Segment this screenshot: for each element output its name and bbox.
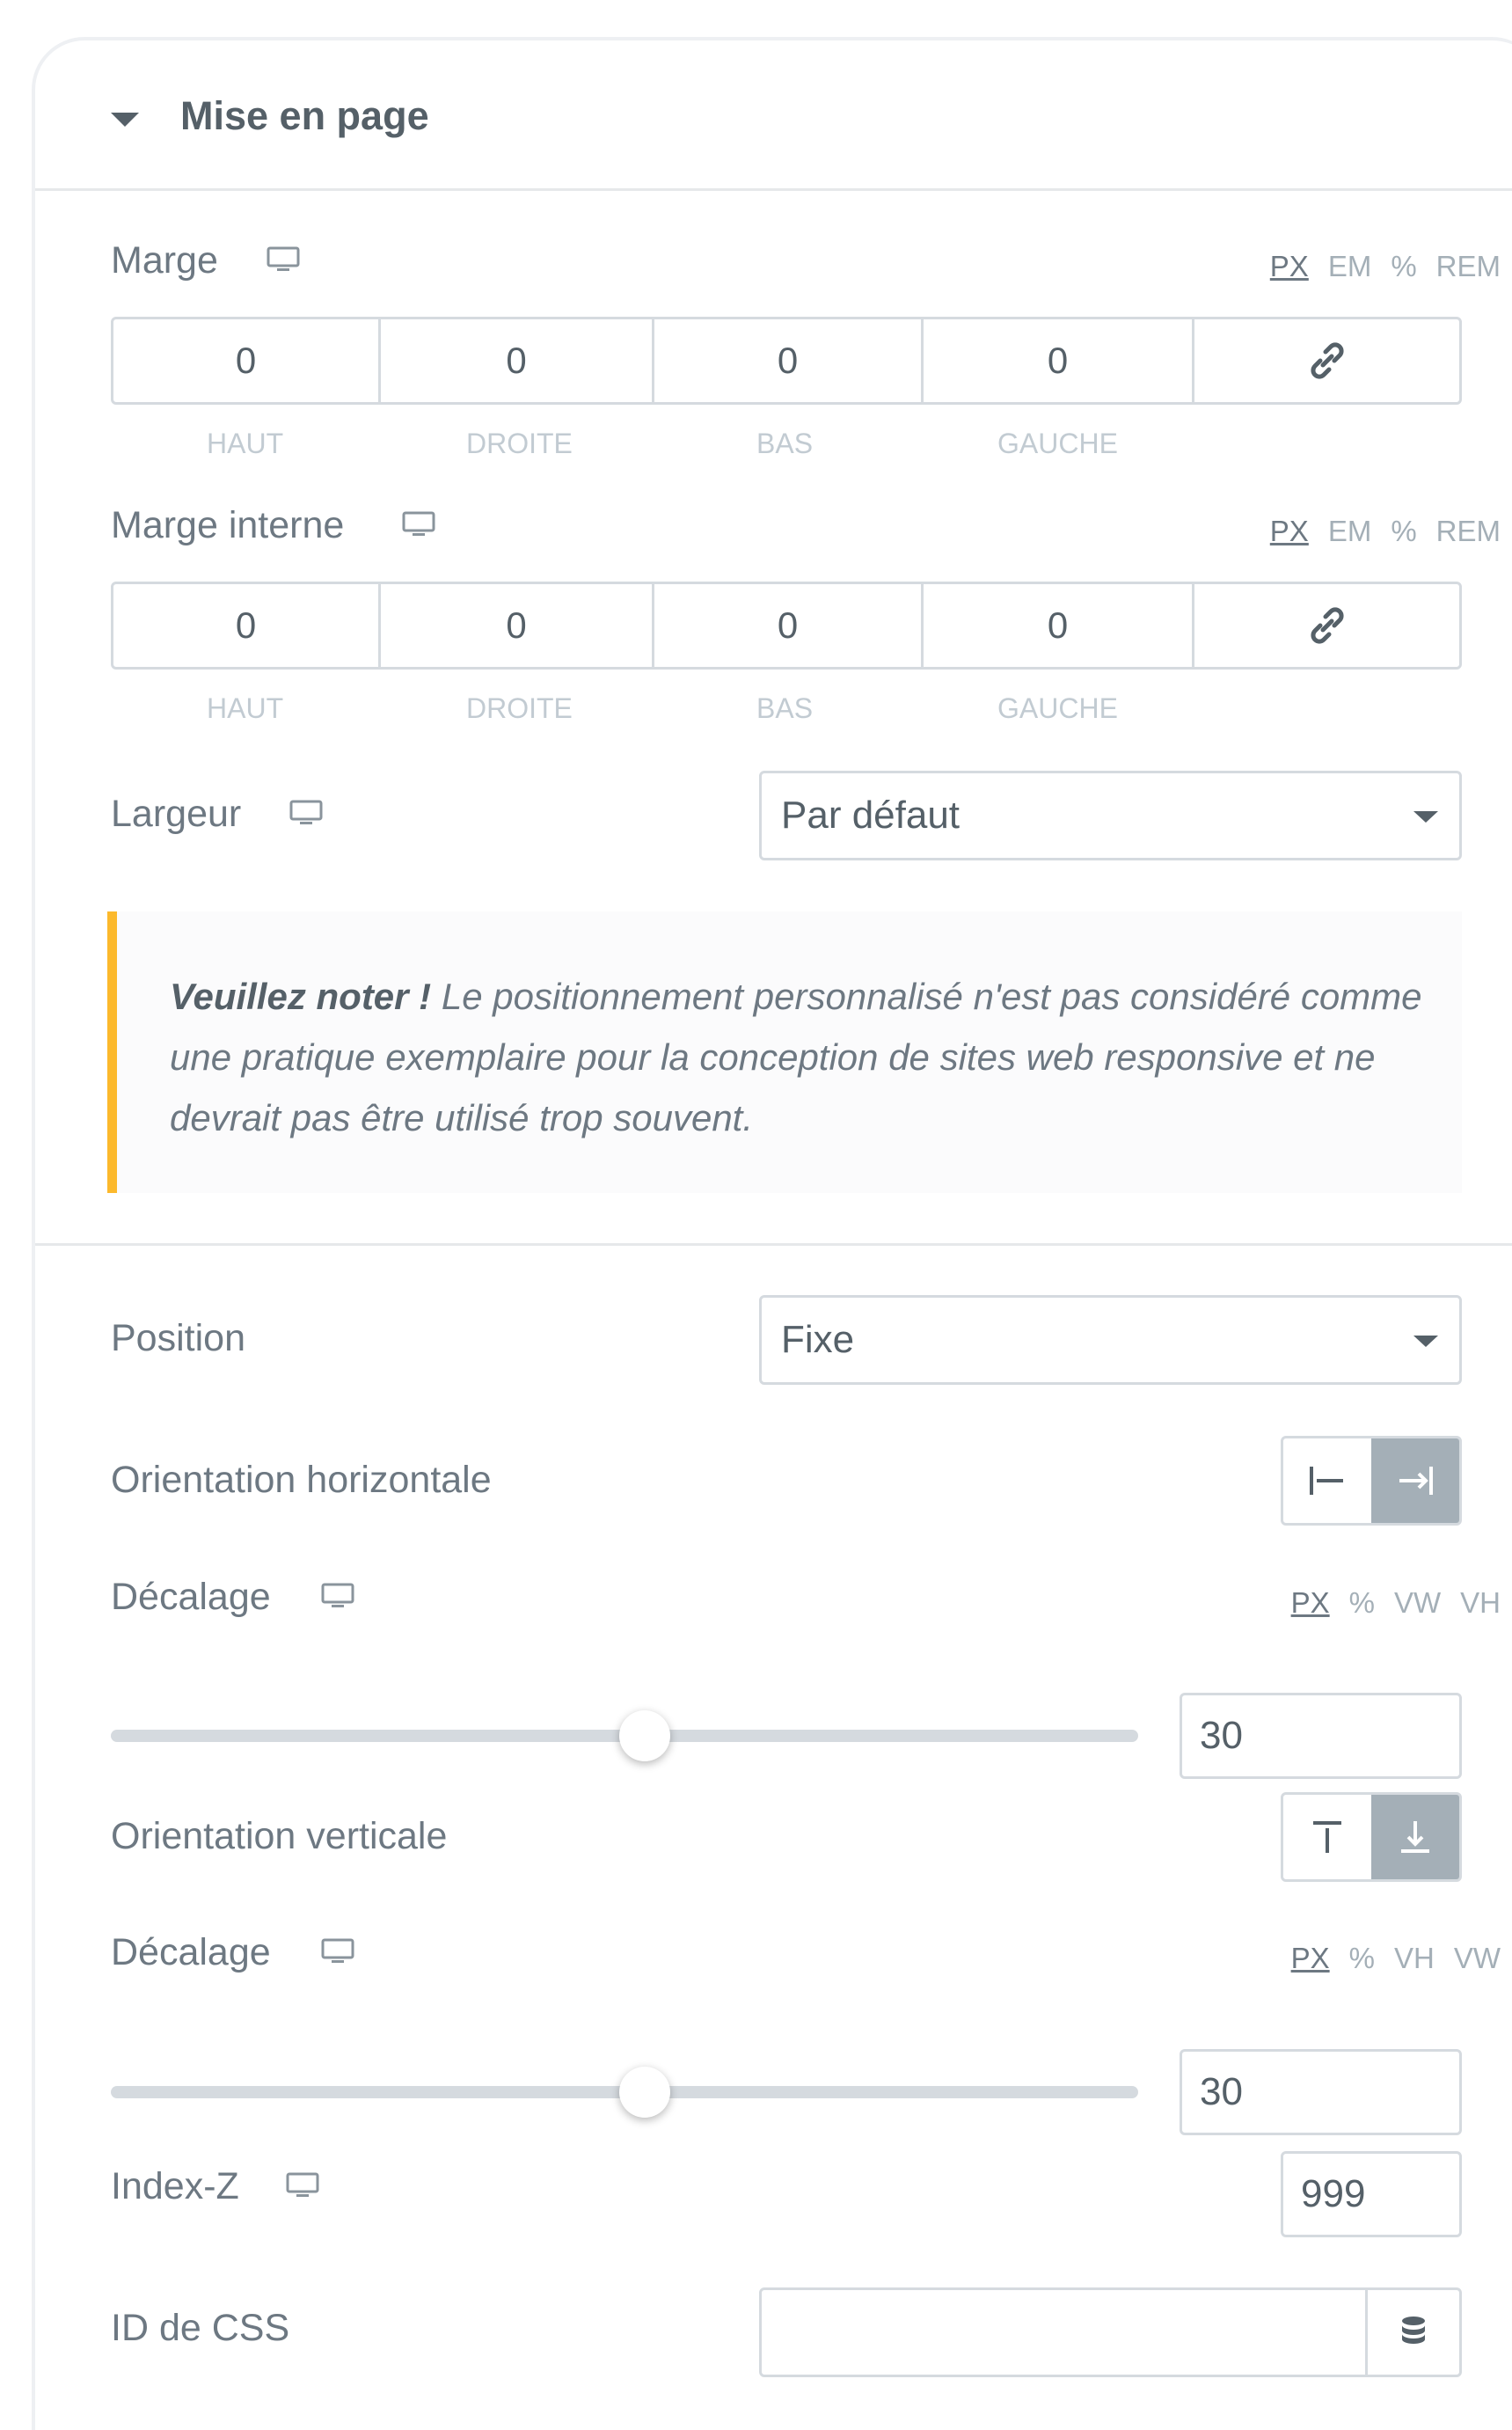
notice-strong: Veuillez noter ! [170,976,432,1017]
unit-percent[interactable]: % [1349,1586,1375,1619]
link-icon [1310,342,1344,379]
unit-vw[interactable]: VW [1394,1586,1441,1619]
largeur-label: Largeur [111,793,242,835]
unit-px[interactable]: PX [1291,1586,1330,1619]
marge-right-label: DROITE [466,428,573,459]
unit-vw[interactable]: VW [1454,1942,1501,1974]
marge-right-input[interactable]: 0 [381,319,654,402]
decalage-h-slider-handle[interactable] [619,1710,671,1761]
marge-top-input[interactable]: 0 [113,319,381,402]
align-right-button[interactable] [1371,1438,1459,1523]
unit-rem[interactable]: REM [1436,250,1501,282]
desktop-monitor-icon[interactable] [401,511,436,538]
chevron-down-icon [1413,1336,1438,1347]
largeur-select[interactable]: Par défaut [759,771,1462,860]
unit-vh[interactable]: VH [1394,1942,1435,1974]
marge-interne-dimensions: 0 0 0 0 [111,582,1462,670]
index-z-label: Index-Z [111,2165,239,2207]
position-value: Fixe [781,1318,855,1361]
chevron-down-icon [1413,811,1438,823]
desktop-monitor-icon[interactable] [289,800,324,826]
desktop-monitor-icon[interactable] [266,246,301,273]
align-bottom-button[interactable] [1371,1795,1459,1879]
marge-interne-right-label: DROITE [466,692,573,724]
orientation-verticale-label: Orientation verticale [111,1815,448,1857]
orientation-horizontale-label: Orientation horizontale [111,1459,492,1501]
marge-units: PX EM% REM [1251,250,1501,283]
align-top-button[interactable] [1283,1795,1371,1879]
unit-percent[interactable]: % [1349,1942,1375,1974]
index-z-input[interactable]: 999 [1281,2151,1462,2237]
largeur-value: Par défaut [781,794,961,837]
unit-px[interactable]: PX [1270,250,1309,282]
marge-label: Marge [111,239,218,282]
decalage-v-label: Décalage [111,1931,271,1973]
align-start-left-icon [1310,1467,1343,1495]
marge-interne-units: PX EM% REM [1251,515,1501,548]
decalage-v-input[interactable]: 30 [1180,2049,1462,2135]
position-label: Position [111,1317,245,1359]
unit-percent[interactable]: % [1391,250,1416,282]
desktop-monitor-icon[interactable] [320,1583,355,1609]
marge-left-input[interactable]: 0 [924,319,1194,402]
unit-rem[interactable]: REM [1436,515,1501,547]
marge-interne-top-input[interactable]: 0 [113,584,381,667]
align-top-icon [1313,1821,1341,1853]
desktop-monitor-icon[interactable] [285,2172,320,2199]
align-end-right-icon [1399,1467,1433,1495]
database-dynamic-tags-icon [1402,2317,1425,2344]
unit-px[interactable]: PX [1270,515,1309,547]
dynamic-tags-button[interactable] [1365,2290,1459,2375]
marge-interne-left-input[interactable]: 0 [924,584,1194,667]
marge-bottom-input[interactable]: 0 [654,319,924,402]
caret-down-icon[interactable] [111,113,139,127]
marge-interne-bottom-input[interactable]: 0 [654,584,924,667]
custom-position-notice: Veuillez noter ! Le positionnement perso… [107,911,1462,1193]
decalage-h-input[interactable]: 30 [1180,1693,1462,1779]
marge-bottom-label: BAS [756,428,814,459]
position-select[interactable]: Fixe [759,1295,1462,1385]
orientation-verticale-toggle [1281,1792,1462,1882]
marge-interne-right-input[interactable]: 0 [381,584,654,667]
marge-left-label: GAUCHE [997,428,1118,459]
unit-percent[interactable]: % [1391,515,1416,547]
section-title: Mise en page [180,93,429,138]
marge-top-label: HAUT [207,428,284,459]
css-id-input[interactable] [762,2290,1365,2375]
unit-vh[interactable]: VH [1460,1586,1501,1619]
decalage-v-units: PX% VH VW [1272,1942,1501,1975]
marge-interne-bottom-label: BAS [756,692,814,724]
marge-interne-label: Marge interne [111,504,345,546]
link-values-button[interactable] [1194,319,1459,402]
link-values-button[interactable] [1194,584,1459,667]
marge-interne-top-label: HAUT [207,692,284,724]
decalage-h-label: Décalage [111,1576,271,1618]
css-id-label: ID de CSS [111,2307,290,2349]
decalage-v-slider-handle[interactable] [619,2067,671,2118]
orientation-horizontale-toggle [1281,1436,1462,1526]
desktop-monitor-icon[interactable] [320,1938,355,1965]
unit-em[interactable]: EM [1328,515,1372,547]
section-header[interactable]: Mise en page [35,40,1512,191]
section-divider [35,1243,1512,1246]
unit-px[interactable]: PX [1291,1942,1330,1974]
css-id-field [759,2287,1462,2377]
align-bottom-icon [1401,1821,1429,1853]
decalage-h-units: PX% VW VH [1272,1586,1501,1620]
marge-interne-left-label: GAUCHE [997,692,1118,724]
marge-dimensions: 0 0 0 0 [111,317,1462,405]
unit-em[interactable]: EM [1328,250,1372,282]
link-icon [1310,607,1344,644]
align-left-button[interactable] [1283,1438,1371,1523]
layout-panel: Mise en page Marge PX EM% REM 0 0 0 0 HAUT… [32,37,1512,2430]
